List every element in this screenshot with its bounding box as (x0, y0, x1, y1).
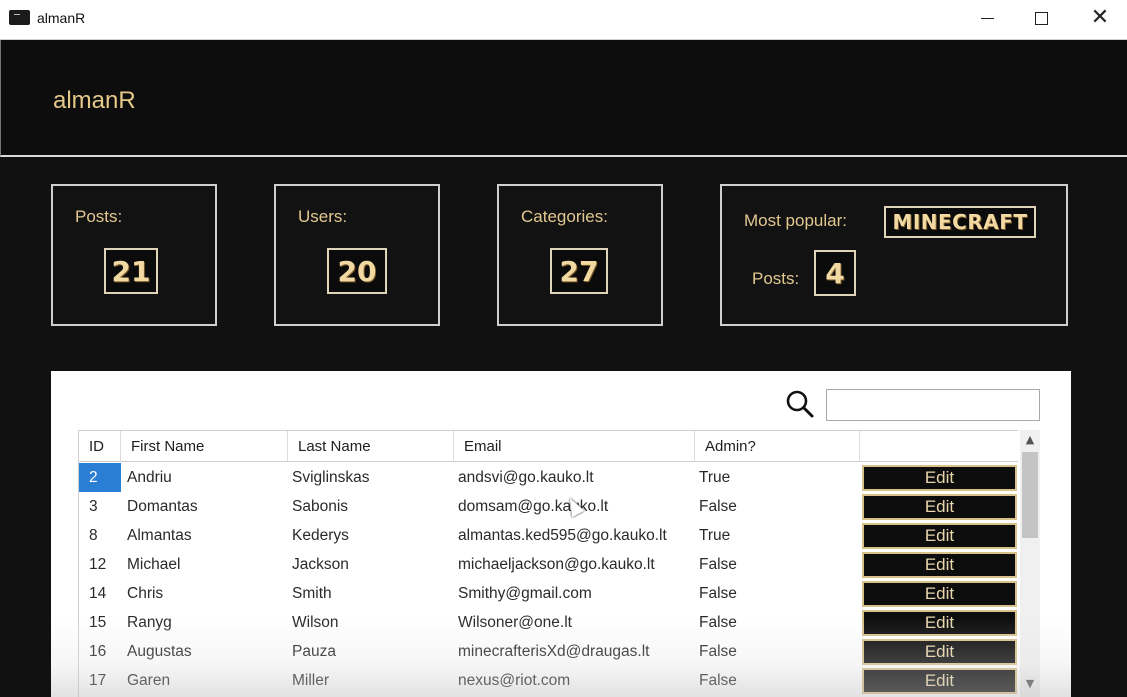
cell-admin[interactable]: False (695, 666, 860, 695)
table-scrollbar[interactable]: ▲ ▼ (1020, 430, 1040, 697)
column-header-email[interactable]: Email (454, 431, 695, 462)
cell-admin[interactable]: True (695, 521, 860, 550)
cell-id[interactable]: 12 (79, 550, 121, 579)
categories-stat-label: Categories: (521, 207, 608, 226)
maximize-icon (1034, 11, 1048, 25)
most-popular-posts-value: 4 (814, 250, 856, 296)
most-popular-stat-card: Most popular: MINECRAFT Posts: 4 (720, 184, 1068, 326)
cell-email[interactable]: Wilsoner@one.lt (454, 608, 695, 637)
cell-admin[interactable]: False (695, 608, 860, 637)
categories-stat-card: Categories: 27 (497, 184, 663, 326)
app-icon (9, 10, 30, 25)
cell-id[interactable]: 15 (79, 608, 121, 637)
cell-last-name[interactable]: Wilson (288, 608, 454, 637)
cell-first-name[interactable]: Chris (121, 579, 288, 608)
close-button[interactable]: ✕ (1071, 0, 1127, 36)
cell-last-name[interactable]: Miller (288, 666, 454, 695)
table-row[interactable]: 16 Augustas Pauza minecrafterisXd@draugas.l… (79, 637, 1018, 666)
edit-button[interactable]: Edit (862, 639, 1017, 665)
users-stat-card: Users: 20 (274, 184, 440, 326)
column-header-last-name[interactable]: Last Name (288, 431, 454, 462)
cell-last-name[interactable]: Kederys (288, 521, 454, 550)
table-row[interactable]: 2 Andriu Sviglinskas andsvi@go.kauko.lt True… (79, 463, 1018, 492)
categories-stat-value: 27 (550, 248, 608, 294)
table-header: ID First Name Last Name Email Admin? (79, 430, 1018, 462)
app-header: almanR (0, 40, 1127, 157)
cell-id[interactable]: 16 (79, 637, 121, 666)
edit-button[interactable]: Edit (862, 552, 1017, 578)
close-icon: ✕ (1090, 5, 1110, 30)
cell-first-name[interactable]: Michael (121, 550, 288, 579)
cell-email[interactable]: nexus@riot.com (454, 666, 695, 695)
posts-stat-value: 21 (104, 248, 158, 294)
search-icon[interactable] (785, 389, 815, 419)
cell-first-name[interactable]: Almantas (121, 521, 288, 550)
users-panel: ID First Name Last Name Email Admin? 2 An… (51, 371, 1071, 697)
cell-email[interactable]: minecrafterisXd@draugas.lt (454, 637, 695, 666)
edit-button[interactable]: Edit (862, 581, 1017, 607)
cell-id[interactable]: 2 (79, 463, 121, 492)
cell-first-name[interactable]: Garen (121, 666, 288, 695)
users-stat-value: 20 (327, 248, 387, 294)
table-row[interactable]: 14 Chris Smith Smithy@gmail.com False Edit (79, 579, 1018, 608)
minimize-icon (980, 17, 994, 19)
cell-id[interactable]: 3 (79, 492, 121, 521)
edit-button[interactable]: Edit (862, 523, 1017, 549)
scroll-up-arrow-icon[interactable]: ▲ (1020, 430, 1040, 450)
cell-admin[interactable]: False (695, 579, 860, 608)
scroll-down-arrow-icon[interactable]: ▼ (1020, 674, 1040, 694)
cell-admin[interactable]: False (695, 637, 860, 666)
table-row[interactable]: 3 Domantas Sabonis domsam@go.kauko.lt False E… (79, 492, 1018, 521)
cell-last-name[interactable]: Jackson (288, 550, 454, 579)
users-table: ID First Name Last Name Email Admin? 2 An… (78, 430, 1018, 697)
cell-email[interactable]: andsvi@go.kauko.lt (454, 463, 695, 492)
cell-id[interactable]: 14 (79, 579, 121, 608)
minimize-button[interactable] (958, 0, 1016, 36)
most-popular-label: Most popular: (744, 211, 847, 230)
table-row[interactable]: 17 Garen Miller nexus@riot.com False Edit (79, 666, 1018, 695)
maximize-button[interactable] (1012, 0, 1070, 36)
title-bar: almanR ✕ (0, 0, 1127, 40)
edit-button[interactable]: Edit (862, 494, 1017, 520)
scroll-thumb[interactable] (1022, 452, 1038, 538)
column-header-actions (860, 431, 1018, 462)
cell-id[interactable]: 17 (79, 666, 121, 695)
cell-last-name[interactable]: Pauza (288, 637, 454, 666)
edit-button[interactable]: Edit (862, 668, 1017, 694)
edit-button[interactable]: Edit (862, 610, 1017, 636)
posts-stat-card: Posts: 21 (51, 184, 217, 326)
cell-id[interactable]: 8 (79, 521, 121, 550)
app-name: almanR (53, 87, 136, 114)
app-window: almanR ✕ almanR Posts: 21 Users: 20 Cate… (0, 0, 1127, 697)
cell-first-name[interactable]: Ranyg (121, 608, 288, 637)
cell-admin[interactable]: False (695, 550, 860, 579)
cell-last-name[interactable]: Sabonis (288, 492, 454, 521)
search-input[interactable] (826, 389, 1040, 421)
cell-email[interactable]: almantas.ked595@go.kauko.lt (454, 521, 695, 550)
cell-last-name[interactable]: Sviglinskas (288, 463, 454, 492)
most-popular-posts-label: Posts: (752, 269, 800, 288)
table-row[interactable]: 8 Almantas Kederys almantas.ked595@go.kauko… (79, 521, 1018, 550)
posts-stat-label: Posts: (75, 207, 123, 226)
cell-first-name[interactable]: Andriu (121, 463, 288, 492)
cell-admin[interactable]: False (695, 492, 860, 521)
edit-button[interactable]: Edit (862, 465, 1017, 491)
cell-last-name[interactable]: Smith (288, 579, 454, 608)
table-row[interactable]: 12 Michael Jackson michaeljackson@go.kauko.… (79, 550, 1018, 579)
cell-email[interactable]: Smithy@gmail.com (454, 579, 695, 608)
window-title: almanR (37, 10, 86, 26)
cell-email[interactable]: michaeljackson@go.kauko.lt (454, 550, 695, 579)
column-header-admin[interactable]: Admin? (695, 431, 860, 462)
table-row[interactable]: 15 Ranyg Wilson Wilsoner@one.lt False Edit (79, 608, 1018, 637)
column-header-first-name[interactable]: First Name (121, 431, 288, 462)
most-popular-value: MINECRAFT (884, 206, 1036, 238)
cell-first-name[interactable]: Domantas (121, 492, 288, 521)
column-header-id[interactable]: ID (79, 431, 121, 462)
cell-admin[interactable]: True (695, 463, 860, 492)
cell-first-name[interactable]: Augustas (121, 637, 288, 666)
users-stat-label: Users: (298, 207, 348, 226)
